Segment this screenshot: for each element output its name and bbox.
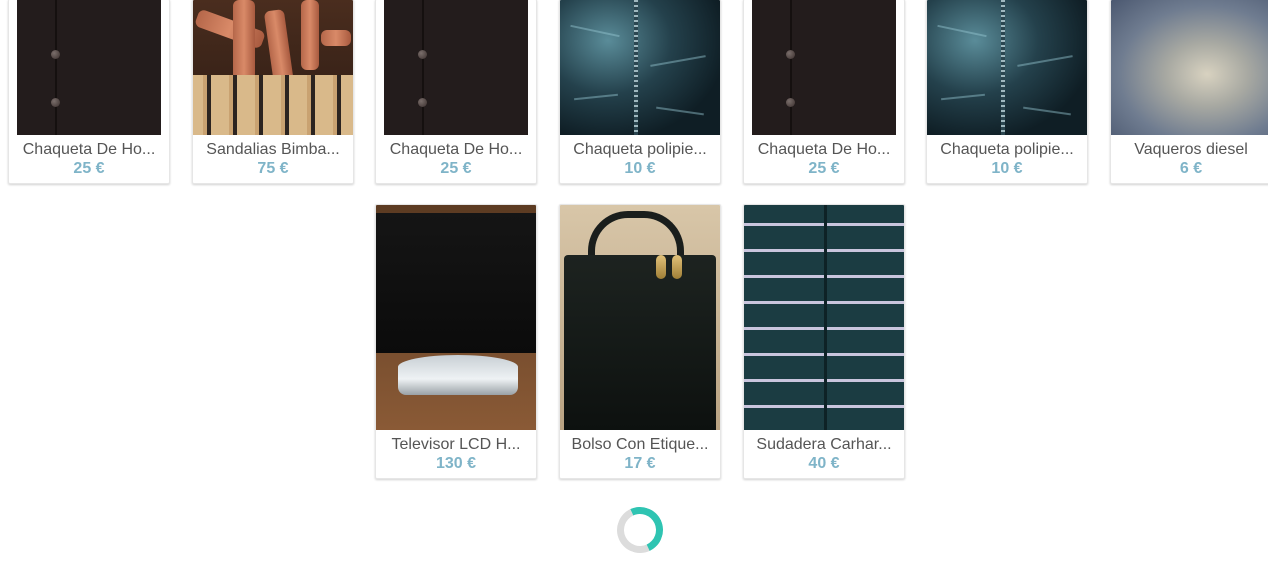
product-price: 25 € — [73, 160, 105, 177]
product-grid: Chaqueta De Ho... 25 € Sandalias Bimba..… — [0, 0, 1268, 584]
product-image — [927, 0, 1087, 135]
product-title: Chaqueta De Ho... — [757, 141, 891, 158]
product-price: 17 € — [624, 455, 656, 472]
product-card[interactable]: Bolso Con Etique... 17 € — [559, 204, 721, 479]
product-image — [376, 0, 536, 135]
product-card[interactable]: Chaqueta polipie... 10 € — [559, 0, 721, 184]
product-title: Televisor LCD H... — [391, 436, 521, 453]
product-card[interactable]: Chaqueta polipie... 10 € — [926, 0, 1088, 184]
product-image — [193, 0, 353, 135]
product-price: 130 € — [435, 455, 477, 472]
product-image — [9, 0, 169, 135]
product-image — [560, 0, 720, 135]
product-card[interactable]: Chaqueta De Ho... 25 € — [8, 0, 170, 184]
product-price: 10 € — [624, 160, 656, 177]
spinner-icon — [610, 500, 670, 560]
product-title: Chaqueta polipie... — [573, 141, 707, 158]
product-price: 75 € — [257, 160, 289, 177]
product-title: Sudadera Carhar... — [756, 436, 892, 453]
product-image — [376, 205, 536, 430]
product-card[interactable]: Sudadera Carhar... 40 € — [743, 204, 905, 479]
product-title: Chaqueta De Ho... — [22, 141, 156, 158]
product-card[interactable]: Televisor LCD H... 130 € — [375, 204, 537, 479]
product-image — [744, 205, 904, 430]
product-price: 40 € — [808, 455, 840, 472]
product-card[interactable]: Sandalias Bimba... 75 € — [192, 0, 354, 184]
product-price: 10 € — [991, 160, 1023, 177]
product-card[interactable]: Vaqueros diesel 6 € — [1110, 0, 1268, 184]
product-card[interactable]: Chaqueta De Ho... 25 € — [375, 0, 537, 184]
product-title: Chaqueta polipie... — [940, 141, 1074, 158]
product-price: 25 € — [808, 160, 840, 177]
product-title: Bolso Con Etique... — [571, 436, 709, 453]
product-title: Vaqueros diesel — [1134, 141, 1248, 158]
product-image — [744, 0, 904, 135]
product-image — [1111, 0, 1268, 135]
product-title: Chaqueta De Ho... — [389, 141, 523, 158]
product-price: 6 € — [1179, 160, 1203, 177]
product-image — [560, 205, 720, 430]
product-card[interactable]: Chaqueta De Ho... 25 € — [743, 0, 905, 184]
product-price: 25 € — [440, 160, 472, 177]
product-title: Sandalias Bimba... — [206, 141, 340, 158]
